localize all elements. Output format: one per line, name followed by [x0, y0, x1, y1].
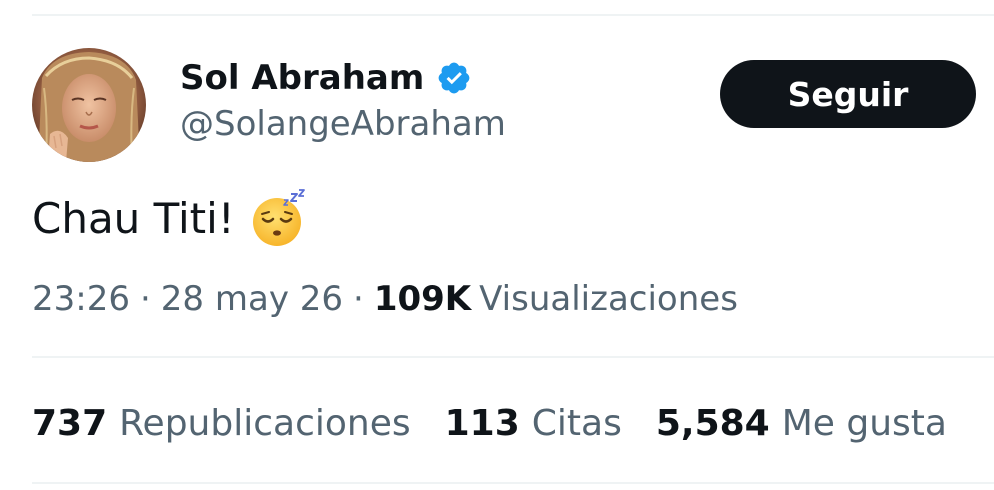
tweet-text: Chau Titi!	[32, 193, 235, 243]
likes-stat[interactable]: 5,584 Me gusta	[656, 403, 947, 444]
top-divider	[32, 14, 994, 16]
follow-button[interactable]: Seguir	[720, 60, 976, 128]
likes-count: 5,584	[655, 402, 770, 444]
author-handle[interactable]: @SolangeAbraham	[180, 104, 506, 144]
tweet-meta: 23:26 · 28 may 26 · 109K Visualizaciones	[32, 276, 738, 322]
views-label: Visualizaciones	[479, 279, 738, 319]
sleeping-face-emoji-icon	[249, 188, 309, 248]
likes-label: Me gusta	[781, 402, 947, 444]
author-display-name[interactable]: Sol Abraham	[180, 58, 424, 98]
stats-divider	[32, 356, 994, 358]
avatar[interactable]	[32, 48, 146, 162]
reposts-count: 737	[32, 402, 108, 444]
bottom-divider	[32, 482, 994, 484]
views-count: 109K	[373, 279, 472, 319]
tweet-time[interactable]: 23:26	[32, 279, 130, 319]
quotes-label: Citas	[531, 402, 622, 444]
verified-badge-icon[interactable]	[436, 60, 472, 96]
quotes-stat[interactable]: 113 Citas	[445, 403, 622, 444]
tweet-text-row: Chau Titi!	[32, 188, 309, 248]
reposts-stat[interactable]: 737 Republicaciones	[32, 403, 411, 444]
author-name-row: Sol Abraham	[180, 52, 472, 104]
tweet-date[interactable]: 28 may 26	[161, 279, 343, 319]
reposts-label: Republicaciones	[119, 402, 411, 444]
quotes-count: 113	[444, 402, 520, 444]
tweet-detail: Sol Abraham @SolangeAbraham Seguir Chau …	[0, 0, 994, 490]
meta-separator: ·	[353, 279, 364, 319]
meta-separator: ·	[139, 279, 151, 319]
engagement-stats: 737 Republicaciones 113 Citas 5,584 Me g…	[32, 398, 981, 448]
